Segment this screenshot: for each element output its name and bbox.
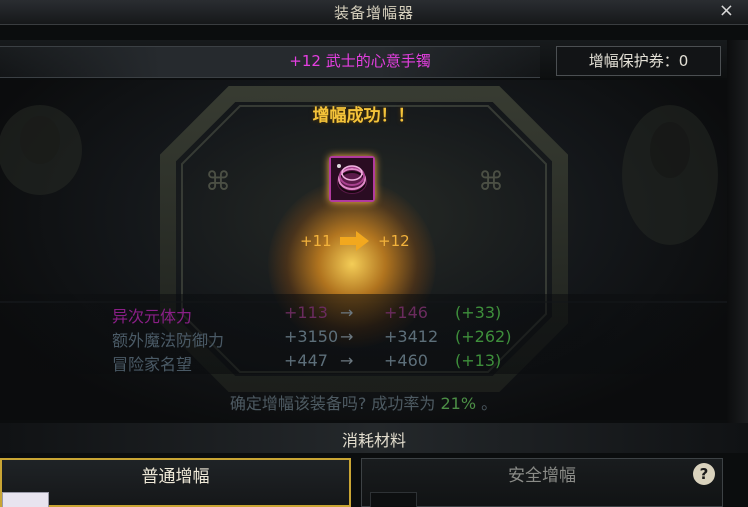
stat-before: +3150 <box>284 327 339 346</box>
close-icon[interactable]: × <box>719 0 734 21</box>
stat-before: +447 <box>284 351 328 370</box>
safe-material-slot[interactable] <box>370 492 417 507</box>
help-icon[interactable]: ? <box>693 463 715 485</box>
material-slot[interactable] <box>2 492 49 507</box>
arrow-right-icon <box>340 231 369 251</box>
stat-name: 额外魔法防御力 <box>112 331 225 350</box>
confirm-suffix: 。 <box>481 394 498 413</box>
stat-after: +146 <box>384 303 428 322</box>
success-rate: 21% <box>440 394 477 413</box>
bracelet-icon <box>329 156 375 202</box>
svg-text:⌘: ⌘ <box>205 167 231 197</box>
level-after: +12 <box>378 232 410 250</box>
stat-arrow: → <box>340 351 354 370</box>
window-title: 装备增幅器 <box>333 4 414 22</box>
stat-list: 异次元体力 +113 → +146 (+33) 额外魔法防御力 +3150 → … <box>0 294 727 374</box>
bracelet-glyph <box>331 158 373 200</box>
tab-safe-label: 安全增幅 <box>508 466 576 486</box>
tab-normal-enhance[interactable]: 普通增幅 <box>0 458 351 507</box>
tab-normal-label: 普通增幅 <box>141 467 210 487</box>
protect-ticket-count: 增幅保护券：0 <box>556 46 721 76</box>
stat-diff: (+33) <box>455 303 502 322</box>
success-message: 增幅成功！！ <box>312 106 415 126</box>
materials-title: 消耗材料 <box>341 431 406 450</box>
stat-before: +113 <box>284 303 328 322</box>
stat-after: +460 <box>384 351 428 370</box>
stat-after: +3412 <box>384 327 439 346</box>
stat-diff: (+13) <box>455 351 502 370</box>
stat-name: 冒险家名望 <box>112 355 193 374</box>
stat-arrow: → <box>340 327 354 346</box>
confirm-prompt: 确定增幅该装备吗? 成功率为 21% 。 <box>0 390 727 414</box>
stat-arrow: → <box>340 303 354 322</box>
stat-row: 额外魔法防御力 +3150 → +3412 (+262) <box>0 327 727 351</box>
stat-row: 冒险家名望 +447 → +460 (+13) <box>0 351 727 375</box>
level-before: +11 <box>300 232 332 250</box>
svg-text:⌘: ⌘ <box>478 167 504 197</box>
stat-row: 异次元体力 +113 → +146 (+33) <box>0 303 727 327</box>
confirm-text: 确定增幅该装备吗? 成功率为 <box>229 394 436 413</box>
stat-diff: (+262) <box>455 327 512 346</box>
stat-name: 异次元体力 <box>112 307 193 326</box>
side-scroll-edge <box>727 40 748 423</box>
enhance-stage: ⌘ ⌘ 增幅成功！！ +11 +12 异次元体力 +113 → +146 (+3… <box>0 80 727 420</box>
